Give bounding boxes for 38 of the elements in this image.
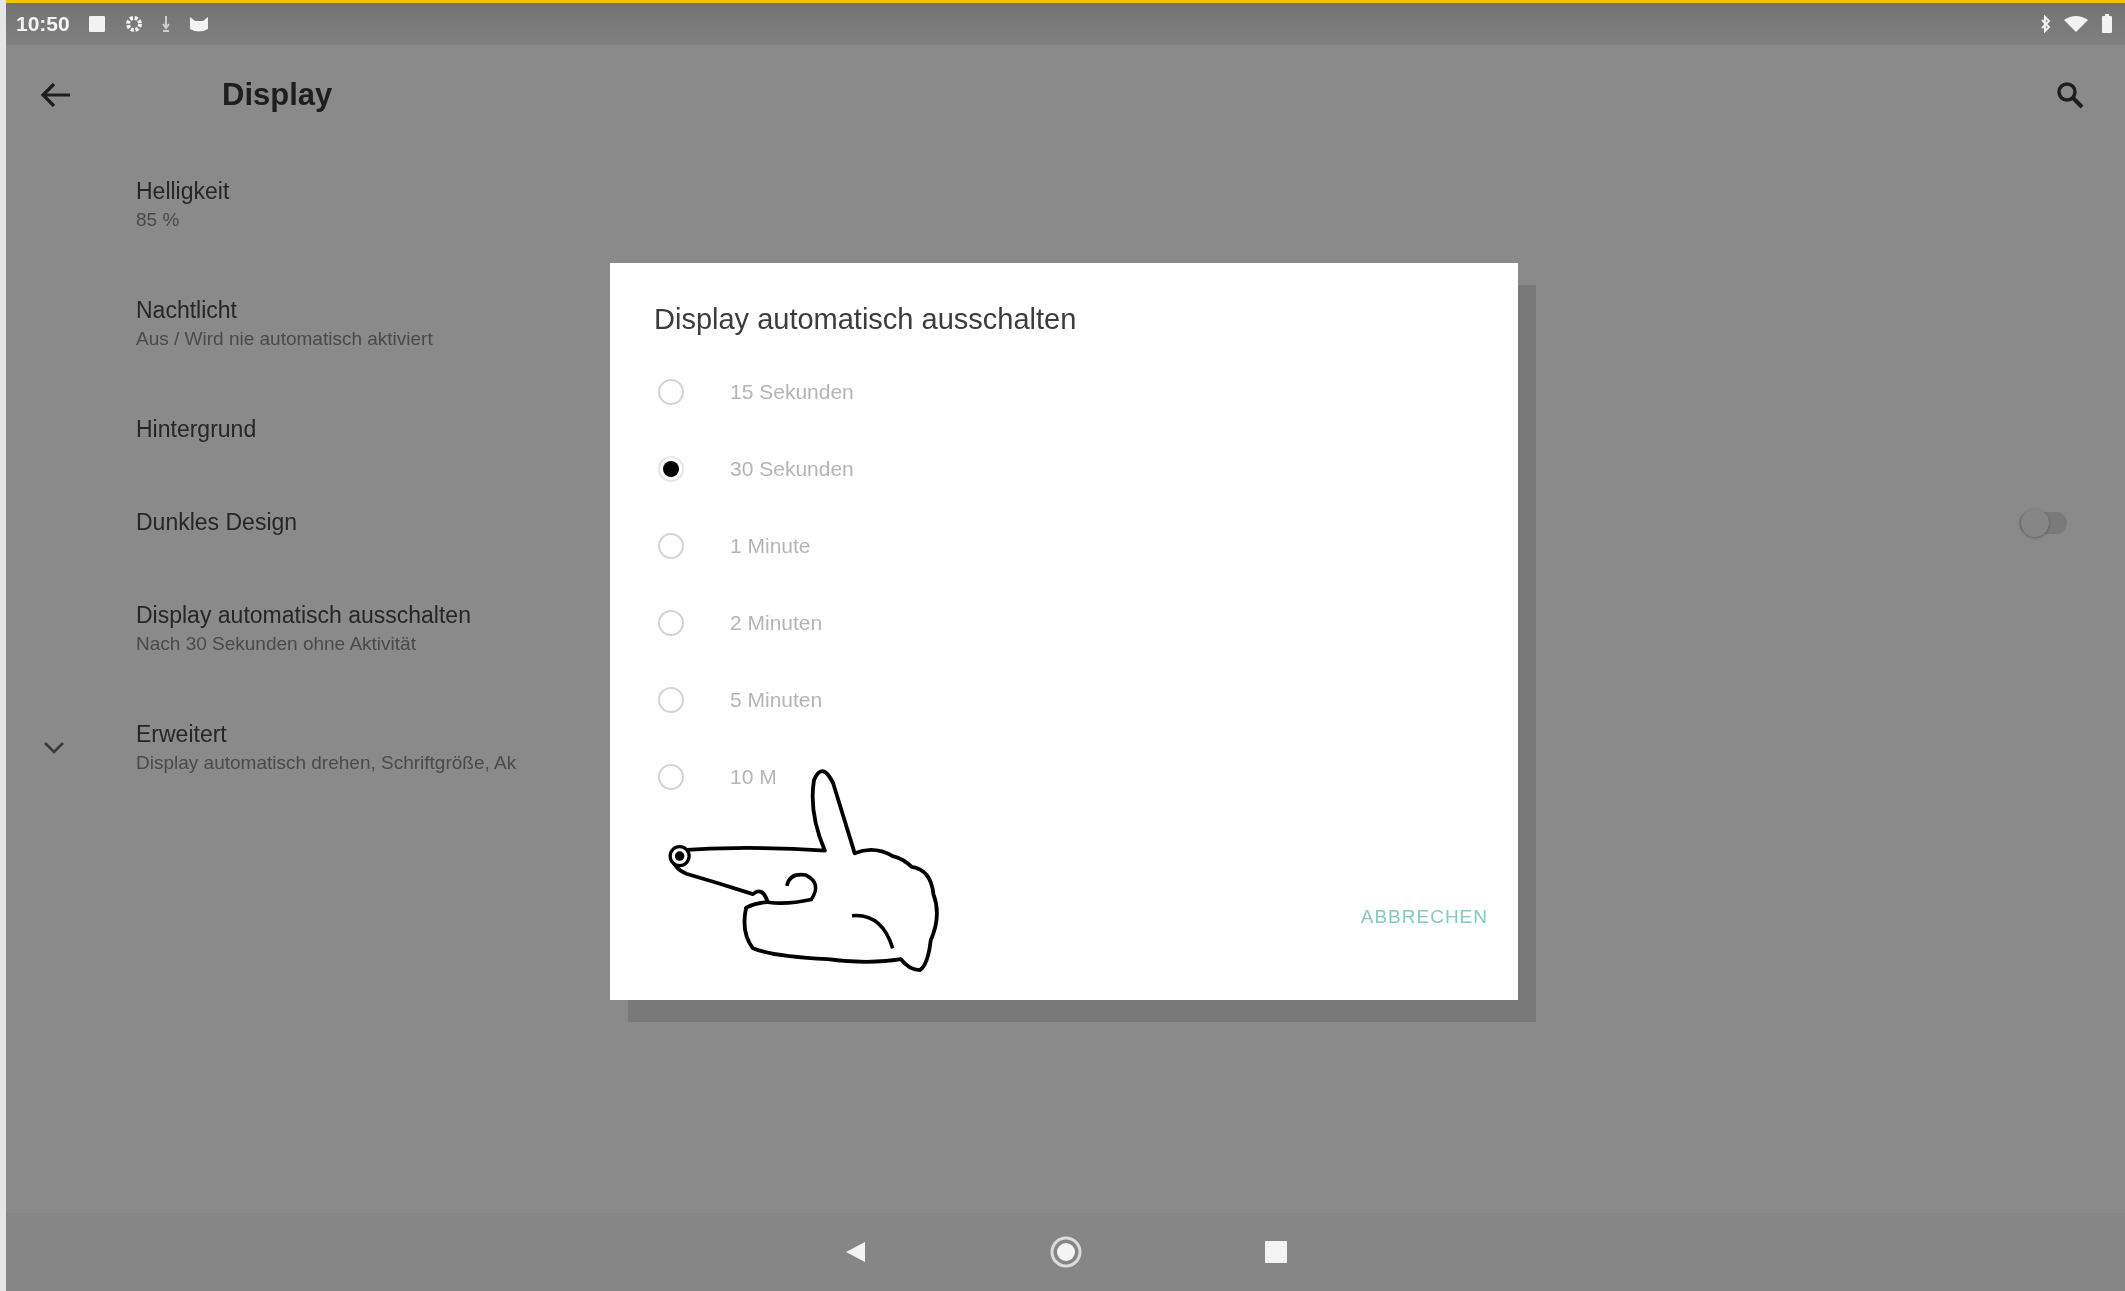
radio-button[interactable] xyxy=(658,378,684,405)
chevron-icon[interactable] xyxy=(43,740,65,755)
setting-title[interactable]: Display automatisch ausschalten xyxy=(136,602,471,629)
cancel-button[interactable]: ABBRECHEN xyxy=(1360,898,1488,936)
radio-button[interactable] xyxy=(658,763,684,790)
image-icon xyxy=(87,15,106,33)
radio-button[interactable] xyxy=(658,532,684,559)
bluetooth-icon xyxy=(2041,15,2051,33)
option-label[interactable]: 30 Sekunden xyxy=(730,456,854,481)
option-label[interactable]: 2 Minuten xyxy=(730,610,823,635)
setting-title[interactable]: Helligkeit xyxy=(136,178,230,205)
radio-button[interactable] xyxy=(658,686,684,713)
setting-summary: Nach 30 Sekunden ohne Aktivität xyxy=(136,633,416,655)
option-label[interactable]: 10 M xyxy=(730,764,777,789)
setting-summary: Aus / Wird nie automatisch aktiviert xyxy=(136,328,433,350)
search-icon[interactable] xyxy=(2055,80,2085,110)
option-label[interactable]: 1 Minute xyxy=(730,533,811,558)
setting-title[interactable]: Nachtlicht xyxy=(136,297,237,324)
setting-title[interactable]: Hintergrund xyxy=(136,416,257,443)
dialog-title: Display automatisch ausschalten xyxy=(654,303,1078,336)
setting-summary: 85 % xyxy=(136,209,180,231)
battery-icon xyxy=(2101,14,2113,34)
setting-title[interactable]: Erweitert xyxy=(136,721,227,748)
square-icon[interactable] xyxy=(1262,1239,1289,1265)
gear-icon xyxy=(123,14,144,34)
option-label[interactable]: 5 Minuten xyxy=(730,687,823,712)
page-title: Display xyxy=(222,77,334,113)
option-label[interactable]: 15 Sekunden xyxy=(730,379,854,404)
setting-summary: Display automatisch drehen, Schriftgröße, Ak xyxy=(136,752,517,774)
wifi-icon xyxy=(2063,15,2089,33)
setting-title[interactable]: Dunkles Design xyxy=(136,509,298,536)
status-time: 10:50 xyxy=(16,12,70,36)
toggle-switch[interactable] xyxy=(2019,511,2067,534)
back-arrow-icon[interactable] xyxy=(40,81,72,109)
radio-button[interactable] xyxy=(658,609,684,636)
home-circle-icon[interactable] xyxy=(1048,1235,1083,1269)
radio-button[interactable] xyxy=(658,455,684,482)
download-icon xyxy=(161,15,170,33)
